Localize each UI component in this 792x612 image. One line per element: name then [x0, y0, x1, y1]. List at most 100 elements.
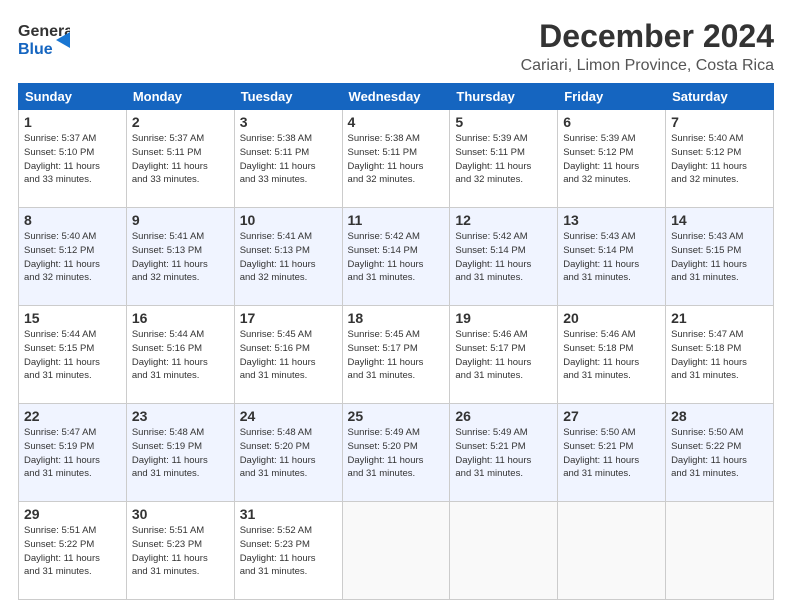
- calendar-cell: 30 Sunrise: 5:51 AMSunset: 5:23 PMDayligh…: [126, 502, 234, 600]
- day-number: 29: [24, 506, 121, 522]
- day-number: 7: [671, 114, 768, 130]
- calendar-week-5: 29Sunrise: 5:51 AMSunset: 5:22 PMDayligh…: [19, 502, 774, 600]
- day-info: Sunrise: 5:52 AMSunset: 5:23 PMDaylight:…: [240, 524, 337, 579]
- day-info: Sunrise: 5:50 AMSunset: 5:22 PMDaylight:…: [671, 426, 768, 481]
- header: General Blue December 2024 Cariari, Limo…: [18, 18, 774, 75]
- header-friday: Friday: [558, 84, 666, 110]
- calendar-cell: 18 Sunrise: 5:45 AMSunset: 5:17 PMDayligh…: [342, 306, 450, 404]
- day-number: 18: [348, 310, 445, 326]
- day-info: Sunrise: 5:51 AMSunset: 5:23 PMDaylight:…: [132, 524, 229, 579]
- calendar-cell: 20 Sunrise: 5:46 AMSunset: 5:18 PMDayligh…: [558, 306, 666, 404]
- day-number: 26: [455, 408, 552, 424]
- day-info: Sunrise: 5:43 AMSunset: 5:15 PMDaylight:…: [671, 230, 768, 285]
- calendar-cell: 1Sunrise: 5:37 AMSunset: 5:10 PMDaylight…: [19, 110, 127, 208]
- day-number: 17: [240, 310, 337, 326]
- calendar-cell: 13 Sunrise: 5:43 AMSunset: 5:14 PMDayligh…: [558, 208, 666, 306]
- calendar-cell: [450, 502, 558, 600]
- calendar-cell: 11 Sunrise: 5:42 AMSunset: 5:14 PMDayligh…: [342, 208, 450, 306]
- day-info: Sunrise: 5:40 AMSunset: 5:12 PMDaylight:…: [24, 230, 121, 285]
- day-info: Sunrise: 5:45 AMSunset: 5:16 PMDaylight:…: [240, 328, 337, 383]
- day-number: 30: [132, 506, 229, 522]
- day-info: Sunrise: 5:38 AMSunset: 5:11 PMDaylight:…: [348, 132, 445, 187]
- calendar-week-1: 1Sunrise: 5:37 AMSunset: 5:10 PMDaylight…: [19, 110, 774, 208]
- day-number: 8: [24, 212, 121, 228]
- svg-text:Blue: Blue: [18, 41, 53, 58]
- calendar-cell: 10 Sunrise: 5:41 AMSunset: 5:13 PMDayligh…: [234, 208, 342, 306]
- day-number: 6: [563, 114, 660, 130]
- day-number: 23: [132, 408, 229, 424]
- day-number: 9: [132, 212, 229, 228]
- day-info: Sunrise: 5:48 AMSunset: 5:20 PMDaylight:…: [240, 426, 337, 481]
- day-info: Sunrise: 5:41 AMSunset: 5:13 PMDaylight:…: [132, 230, 229, 285]
- calendar-cell: 12Sunrise: 5:42 AMSunset: 5:14 PMDayligh…: [450, 208, 558, 306]
- calendar-cell: 25Sunrise: 5:49 AMSunset: 5:20 PMDayligh…: [342, 404, 450, 502]
- day-number: 5: [455, 114, 552, 130]
- logo-icon: General Blue: [18, 18, 70, 60]
- day-number: 24: [240, 408, 337, 424]
- calendar-cell: 17 Sunrise: 5:45 AMSunset: 5:16 PMDayligh…: [234, 306, 342, 404]
- day-info: Sunrise: 5:37 AMSunset: 5:11 PMDaylight:…: [132, 132, 229, 187]
- day-number: 21: [671, 310, 768, 326]
- logo: General Blue: [18, 18, 70, 60]
- day-number: 22: [24, 408, 121, 424]
- header-tuesday: Tuesday: [234, 84, 342, 110]
- day-info: Sunrise: 5:37 AMSunset: 5:10 PMDaylight:…: [24, 132, 121, 187]
- calendar-cell: 9 Sunrise: 5:41 AMSunset: 5:13 PMDaylight…: [126, 208, 234, 306]
- header-thursday: Thursday: [450, 84, 558, 110]
- day-info: Sunrise: 5:40 AMSunset: 5:12 PMDaylight:…: [671, 132, 768, 187]
- day-info: Sunrise: 5:48 AMSunset: 5:19 PMDaylight:…: [132, 426, 229, 481]
- day-number: 16: [132, 310, 229, 326]
- day-number: 10: [240, 212, 337, 228]
- calendar-cell: 14 Sunrise: 5:43 AMSunset: 5:15 PMDayligh…: [666, 208, 774, 306]
- calendar-cell: 28 Sunrise: 5:50 AMSunset: 5:22 PMDayligh…: [666, 404, 774, 502]
- calendar-cell: [342, 502, 450, 600]
- day-number: 20: [563, 310, 660, 326]
- day-info: Sunrise: 5:42 AMSunset: 5:14 PMDaylight:…: [348, 230, 445, 285]
- calendar-cell: 5 Sunrise: 5:39 AMSunset: 5:11 PMDaylight…: [450, 110, 558, 208]
- day-number: 14: [671, 212, 768, 228]
- calendar-cell: 8 Sunrise: 5:40 AMSunset: 5:12 PMDaylight…: [19, 208, 127, 306]
- calendar-cell: 27Sunrise: 5:50 AMSunset: 5:21 PMDayligh…: [558, 404, 666, 502]
- day-info: Sunrise: 5:41 AMSunset: 5:13 PMDaylight:…: [240, 230, 337, 285]
- calendar-week-2: 8 Sunrise: 5:40 AMSunset: 5:12 PMDaylight…: [19, 208, 774, 306]
- calendar-cell: 19 Sunrise: 5:46 AMSunset: 5:17 PMDayligh…: [450, 306, 558, 404]
- day-number: 28: [671, 408, 768, 424]
- day-number: 31: [240, 506, 337, 522]
- header-monday: Monday: [126, 84, 234, 110]
- calendar-cell: 26Sunrise: 5:49 AMSunset: 5:21 PMDayligh…: [450, 404, 558, 502]
- day-number: 13: [563, 212, 660, 228]
- day-info: Sunrise: 5:44 AMSunset: 5:15 PMDaylight:…: [24, 328, 121, 383]
- day-number: 15: [24, 310, 121, 326]
- calendar-cell: 31 Sunrise: 5:52 AMSunset: 5:23 PMDayligh…: [234, 502, 342, 600]
- calendar-table: Sunday Monday Tuesday Wednesday Thursday…: [18, 83, 774, 600]
- calendar-cell: 4 Sunrise: 5:38 AMSunset: 5:11 PMDaylight…: [342, 110, 450, 208]
- calendar-week-3: 15 Sunrise: 5:44 AMSunset: 5:15 PMDayligh…: [19, 306, 774, 404]
- location-subtitle: Cariari, Limon Province, Costa Rica: [521, 57, 774, 75]
- day-info: Sunrise: 5:45 AMSunset: 5:17 PMDaylight:…: [348, 328, 445, 383]
- calendar-cell: 29Sunrise: 5:51 AMSunset: 5:22 PMDayligh…: [19, 502, 127, 600]
- calendar-cell: 23 Sunrise: 5:48 AMSunset: 5:19 PMDayligh…: [126, 404, 234, 502]
- calendar-cell: 22 Sunrise: 5:47 AMSunset: 5:19 PMDayligh…: [19, 404, 127, 502]
- day-number: 2: [132, 114, 229, 130]
- day-info: Sunrise: 5:46 AMSunset: 5:17 PMDaylight:…: [455, 328, 552, 383]
- calendar-cell: 24 Sunrise: 5:48 AMSunset: 5:20 PMDayligh…: [234, 404, 342, 502]
- calendar-cell: 6 Sunrise: 5:39 AMSunset: 5:12 PMDaylight…: [558, 110, 666, 208]
- day-info: Sunrise: 5:46 AMSunset: 5:18 PMDaylight:…: [563, 328, 660, 383]
- day-info: Sunrise: 5:39 AMSunset: 5:11 PMDaylight:…: [455, 132, 552, 187]
- day-number: 3: [240, 114, 337, 130]
- day-number: 11: [348, 212, 445, 228]
- calendar-cell: 21 Sunrise: 5:47 AMSunset: 5:18 PMDayligh…: [666, 306, 774, 404]
- calendar-header-row: Sunday Monday Tuesday Wednesday Thursday…: [19, 84, 774, 110]
- day-info: Sunrise: 5:49 AMSunset: 5:20 PMDaylight:…: [348, 426, 445, 481]
- day-info: Sunrise: 5:47 AMSunset: 5:19 PMDaylight:…: [24, 426, 121, 481]
- header-sunday: Sunday: [19, 84, 127, 110]
- calendar-cell: 2 Sunrise: 5:37 AMSunset: 5:11 PMDaylight…: [126, 110, 234, 208]
- day-number: 4: [348, 114, 445, 130]
- day-info: Sunrise: 5:47 AMSunset: 5:18 PMDaylight:…: [671, 328, 768, 383]
- day-info: Sunrise: 5:44 AMSunset: 5:16 PMDaylight:…: [132, 328, 229, 383]
- day-info: Sunrise: 5:39 AMSunset: 5:12 PMDaylight:…: [563, 132, 660, 187]
- day-number: 19: [455, 310, 552, 326]
- month-year-title: December 2024: [521, 18, 774, 55]
- day-info: Sunrise: 5:43 AMSunset: 5:14 PMDaylight:…: [563, 230, 660, 285]
- day-info: Sunrise: 5:50 AMSunset: 5:21 PMDaylight:…: [563, 426, 660, 481]
